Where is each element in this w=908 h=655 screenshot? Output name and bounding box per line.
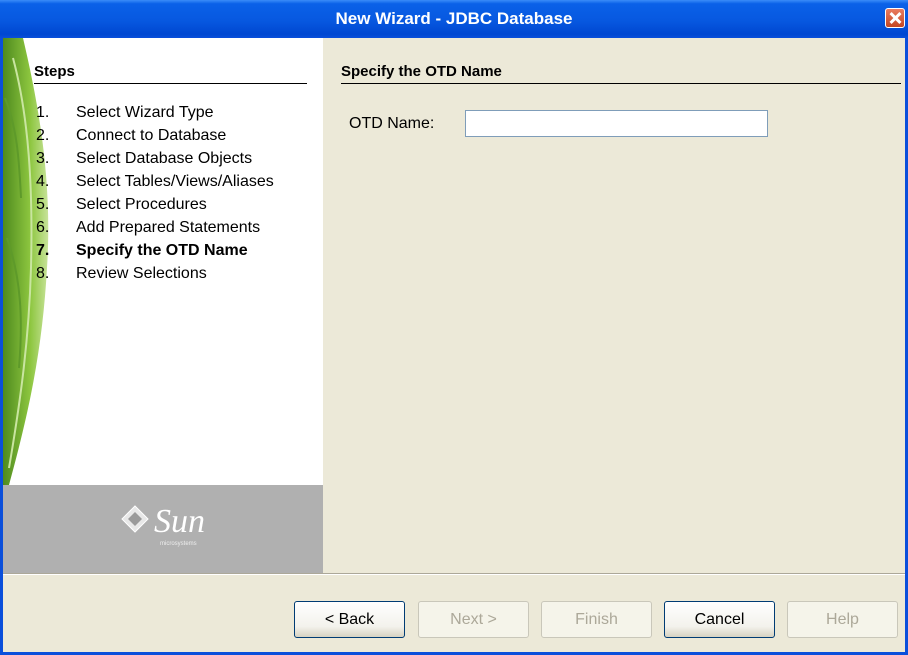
step-number: 6. bbox=[36, 219, 50, 236]
step-label: Select Tables/Views/Aliases bbox=[76, 173, 274, 190]
step-label: Select Wizard Type bbox=[76, 104, 214, 121]
step-number: 8. bbox=[36, 265, 50, 282]
step-item: 1. Select Wizard Type bbox=[36, 101, 296, 124]
close-icon[interactable] bbox=[885, 8, 905, 28]
sun-logo-subtext: microsystems bbox=[160, 541, 197, 547]
step-item: 3. Select Database Objects bbox=[36, 147, 296, 170]
wizard-window: New Wizard - JDBC Database Sun microsyst… bbox=[0, 0, 908, 655]
next-button[interactable]: Next > bbox=[418, 601, 529, 638]
sun-logo-icon bbox=[121, 505, 149, 533]
page-title: Specify the OTD Name bbox=[341, 63, 502, 80]
step-number: 2. bbox=[36, 127, 50, 144]
step-label: Select Procedures bbox=[76, 196, 207, 213]
steps-divider bbox=[34, 83, 307, 84]
step-item: 2. Connect to Database bbox=[36, 124, 296, 147]
step-item: 4. Select Tables/Views/Aliases bbox=[36, 170, 296, 193]
steps-list: 1. Select Wizard Type 2. Connect to Databas… bbox=[36, 101, 296, 285]
otd-name-label: OTD Name: bbox=[349, 115, 435, 132]
window-title: New Wizard - JDBC Database bbox=[335, 9, 573, 28]
step-label: Connect to Database bbox=[76, 127, 227, 144]
step-item: 7. Specify the OTD Name bbox=[36, 239, 296, 262]
sun-logo-text: Sun bbox=[154, 503, 205, 540]
step-number: 3. bbox=[36, 150, 50, 167]
step-item: 8. Review Selections bbox=[36, 262, 296, 285]
step-label: Specify the OTD Name bbox=[76, 242, 248, 259]
step-item: 6. Add Prepared Statements bbox=[36, 216, 296, 239]
step-label: Select Database Objects bbox=[76, 150, 253, 167]
step-number: 4. bbox=[36, 173, 50, 190]
button-divider bbox=[3, 573, 905, 575]
step-item: 5. Select Procedures bbox=[36, 193, 296, 216]
help-button[interactable]: Help bbox=[787, 601, 898, 638]
step-number: 7. bbox=[36, 242, 50, 259]
finish-button[interactable]: Finish bbox=[541, 601, 652, 638]
steps-heading: Steps bbox=[34, 63, 75, 80]
content-divider bbox=[341, 83, 901, 84]
back-button[interactable]: < Back bbox=[294, 601, 405, 638]
step-label: Review Selections bbox=[76, 265, 207, 282]
step-number: 1. bbox=[36, 104, 50, 121]
logo-area: Sun microsystems bbox=[3, 485, 323, 573]
title-bar[interactable]: New Wizard - JDBC Database bbox=[0, 0, 908, 38]
cancel-button[interactable]: Cancel bbox=[664, 601, 775, 638]
step-label: Add Prepared Statements bbox=[76, 219, 261, 236]
otd-name-input[interactable] bbox=[465, 110, 768, 137]
step-number: 5. bbox=[36, 196, 50, 213]
